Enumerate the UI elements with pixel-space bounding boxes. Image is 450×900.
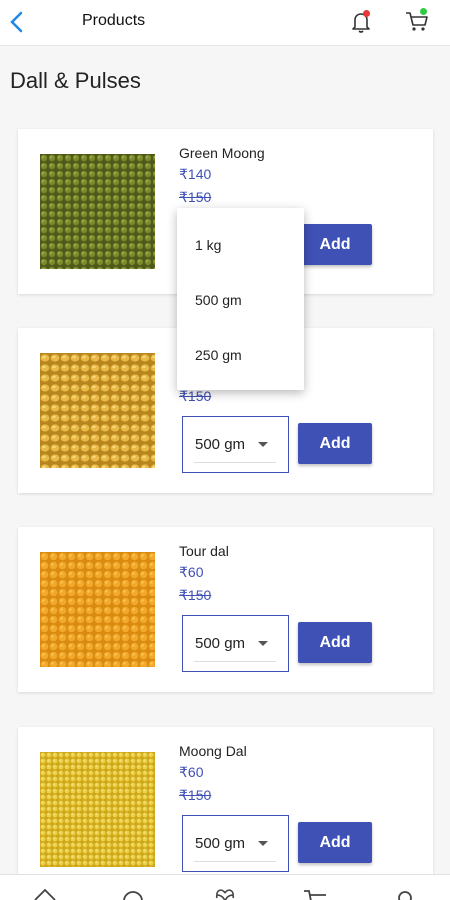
product-mrp: ₹150: [179, 388, 212, 404]
back-arrow-icon[interactable]: [6, 9, 30, 35]
product-price: ₹140: [179, 166, 212, 182]
product-mrp: ₹150: [179, 787, 212, 803]
product-mrp: ₹150: [179, 587, 212, 603]
product-image-moong-dal: [40, 752, 155, 867]
top-app-bar: Products: [0, 0, 450, 46]
product-card: Tour dal ₹60 ₹150 500 gm Add: [18, 527, 433, 692]
product-name: Green Moong: [179, 145, 265, 161]
product-image-green-moong: [40, 154, 155, 269]
menu-option-1kg[interactable]: 1 kg: [195, 237, 221, 253]
menu-option-250gm[interactable]: 250 gm: [195, 347, 242, 363]
product-image-tour-dal: [40, 552, 155, 667]
quantity-dropdown-menu: 1 kg 500 gm 250 gm: [177, 208, 304, 390]
search-icon[interactable]: [120, 887, 146, 900]
product-card: Moong Dal ₹60 ₹150 500 gm Add: [18, 727, 433, 892]
quantity-value: 500 gm: [195, 835, 246, 852]
cart-icon[interactable]: [302, 887, 328, 900]
product-mrp: ₹150: [179, 189, 212, 205]
page-title: Products: [82, 12, 146, 29]
product-image-chana-dal: [40, 353, 155, 468]
product-name: Moong Dal: [179, 743, 247, 759]
select-underline: [194, 661, 276, 662]
caret-down-icon: [258, 841, 268, 846]
products-screen: Products Dall & Pulses Green Moong ₹140 …: [0, 0, 450, 900]
caret-down-icon: [258, 641, 268, 646]
bell-icon[interactable]: [348, 9, 374, 35]
select-underline: [194, 861, 276, 862]
caret-down-icon: [258, 442, 268, 447]
heart-icon[interactable]: [212, 887, 238, 900]
quantity-value: 500 gm: [195, 635, 246, 652]
quantity-select[interactable]: 500 gm: [182, 416, 289, 473]
home-icon[interactable]: [32, 887, 58, 900]
section-title: Dall & Pulses: [10, 68, 141, 93]
quantity-value: 500 gm: [195, 436, 246, 453]
profile-icon[interactable]: [392, 887, 418, 900]
add-button[interactable]: Add: [298, 423, 372, 464]
notification-badge: [363, 10, 370, 17]
quantity-select[interactable]: 500 gm: [182, 615, 289, 672]
menu-option-500gm[interactable]: 500 gm: [195, 292, 242, 308]
add-button[interactable]: Add: [298, 224, 372, 265]
add-button[interactable]: Add: [298, 622, 372, 663]
quantity-select[interactable]: 500 gm: [182, 815, 289, 872]
bottom-navigation: [0, 874, 450, 900]
product-price: ₹60: [179, 564, 204, 580]
product-price: ₹60: [179, 764, 204, 780]
select-underline: [194, 462, 276, 463]
product-name: Tour dal: [179, 543, 229, 559]
cart-badge: [420, 8, 427, 15]
add-button[interactable]: Add: [298, 822, 372, 863]
